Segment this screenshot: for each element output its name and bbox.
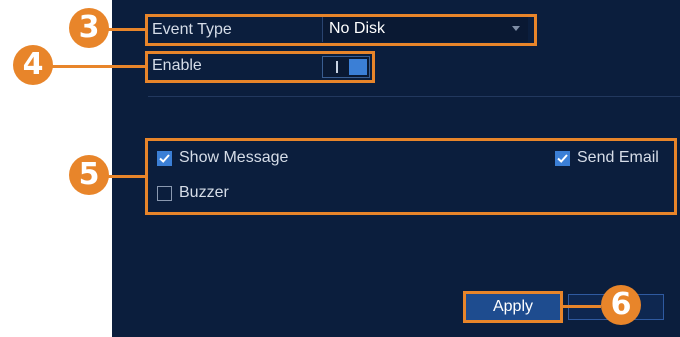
callout-badge-4: 4 [13,45,53,85]
callout-badge-3: 3 [69,8,109,48]
callout-connector-3 [108,28,146,31]
apply-highlight [463,291,563,323]
section-divider [148,96,680,97]
callout-badge-6: 6 [601,285,641,325]
event-type-highlight [145,14,537,46]
enable-highlight [145,51,375,83]
callout-connector-4 [52,65,146,68]
callout-connector-6 [561,305,601,308]
callout-connector-5 [108,175,146,178]
callout-badge-5: 5 [69,155,109,195]
options-highlight [145,138,677,215]
